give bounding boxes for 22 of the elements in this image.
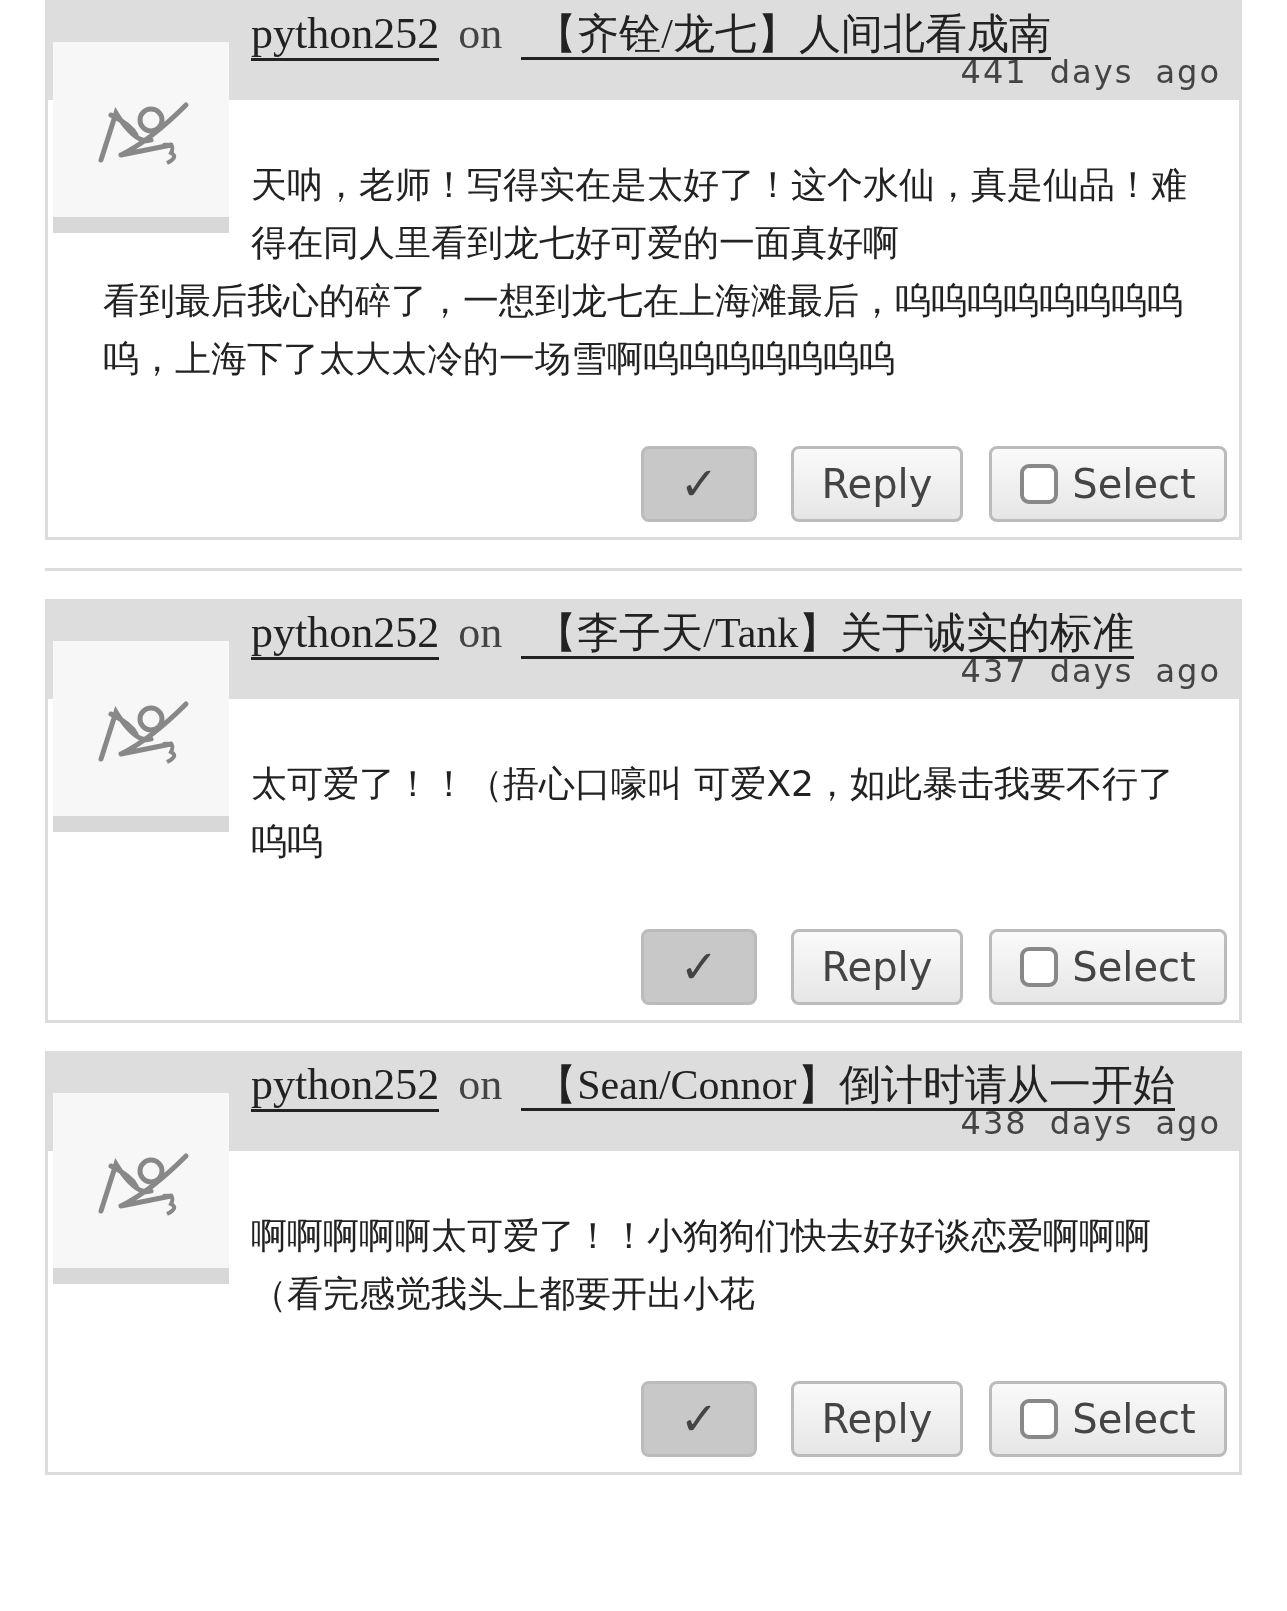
- select-button[interactable]: Select: [989, 1381, 1227, 1457]
- byline-text: on: [458, 608, 503, 657]
- reply-button[interactable]: Reply: [791, 446, 963, 522]
- comment-text: 天呐，老师！写得实在是太好了！这个水仙，真是仙品！难得在同人里看到龙七好可爱的一面真好啊: [250, 163, 1188, 265]
- byline-text: on: [458, 9, 503, 58]
- username-link[interactable]: python252: [251, 9, 440, 61]
- reply-button[interactable]: Reply: [791, 1381, 963, 1457]
- username-link[interactable]: python252: [251, 608, 440, 660]
- select-button[interactable]: Select: [989, 929, 1227, 1005]
- approve-button[interactable]: ✓: [641, 1381, 757, 1457]
- work-title-link[interactable]: 【Sean/Connor】倒计时请从一开始: [521, 1062, 1175, 1111]
- work-title-link[interactable]: 【李子天/Tank】关于诚实的标准: [521, 610, 1135, 659]
- byline-text: on: [458, 1060, 503, 1109]
- select-button[interactable]: Select: [989, 446, 1227, 522]
- work-title-link[interactable]: 【齐铨/龙七】人间北看成南: [521, 11, 1051, 60]
- reply-button[interactable]: Reply: [791, 929, 963, 1005]
- comment-text: 太可爱了！！（捂心口嚎叫 可爱X2，如此暴击我要不行了呜呜: [250, 762, 1175, 864]
- comment-text: 啊啊啊啊啊太可爱了！！小狗狗们快去好好谈恋爱啊啊啊（看完感觉我头上都要开出小花: [250, 1214, 1152, 1316]
- approve-button[interactable]: ✓: [641, 446, 757, 522]
- comment-text: 看到最后我心的碎了，一想到龙七在上海滩最后，呜呜呜呜呜呜呜呜呜，上海下了太大太冷的一场雪啊呜呜呜呜呜呜呜: [103, 279, 1184, 381]
- username-link[interactable]: python252: [251, 1060, 440, 1112]
- approve-button[interactable]: ✓: [641, 929, 757, 1005]
